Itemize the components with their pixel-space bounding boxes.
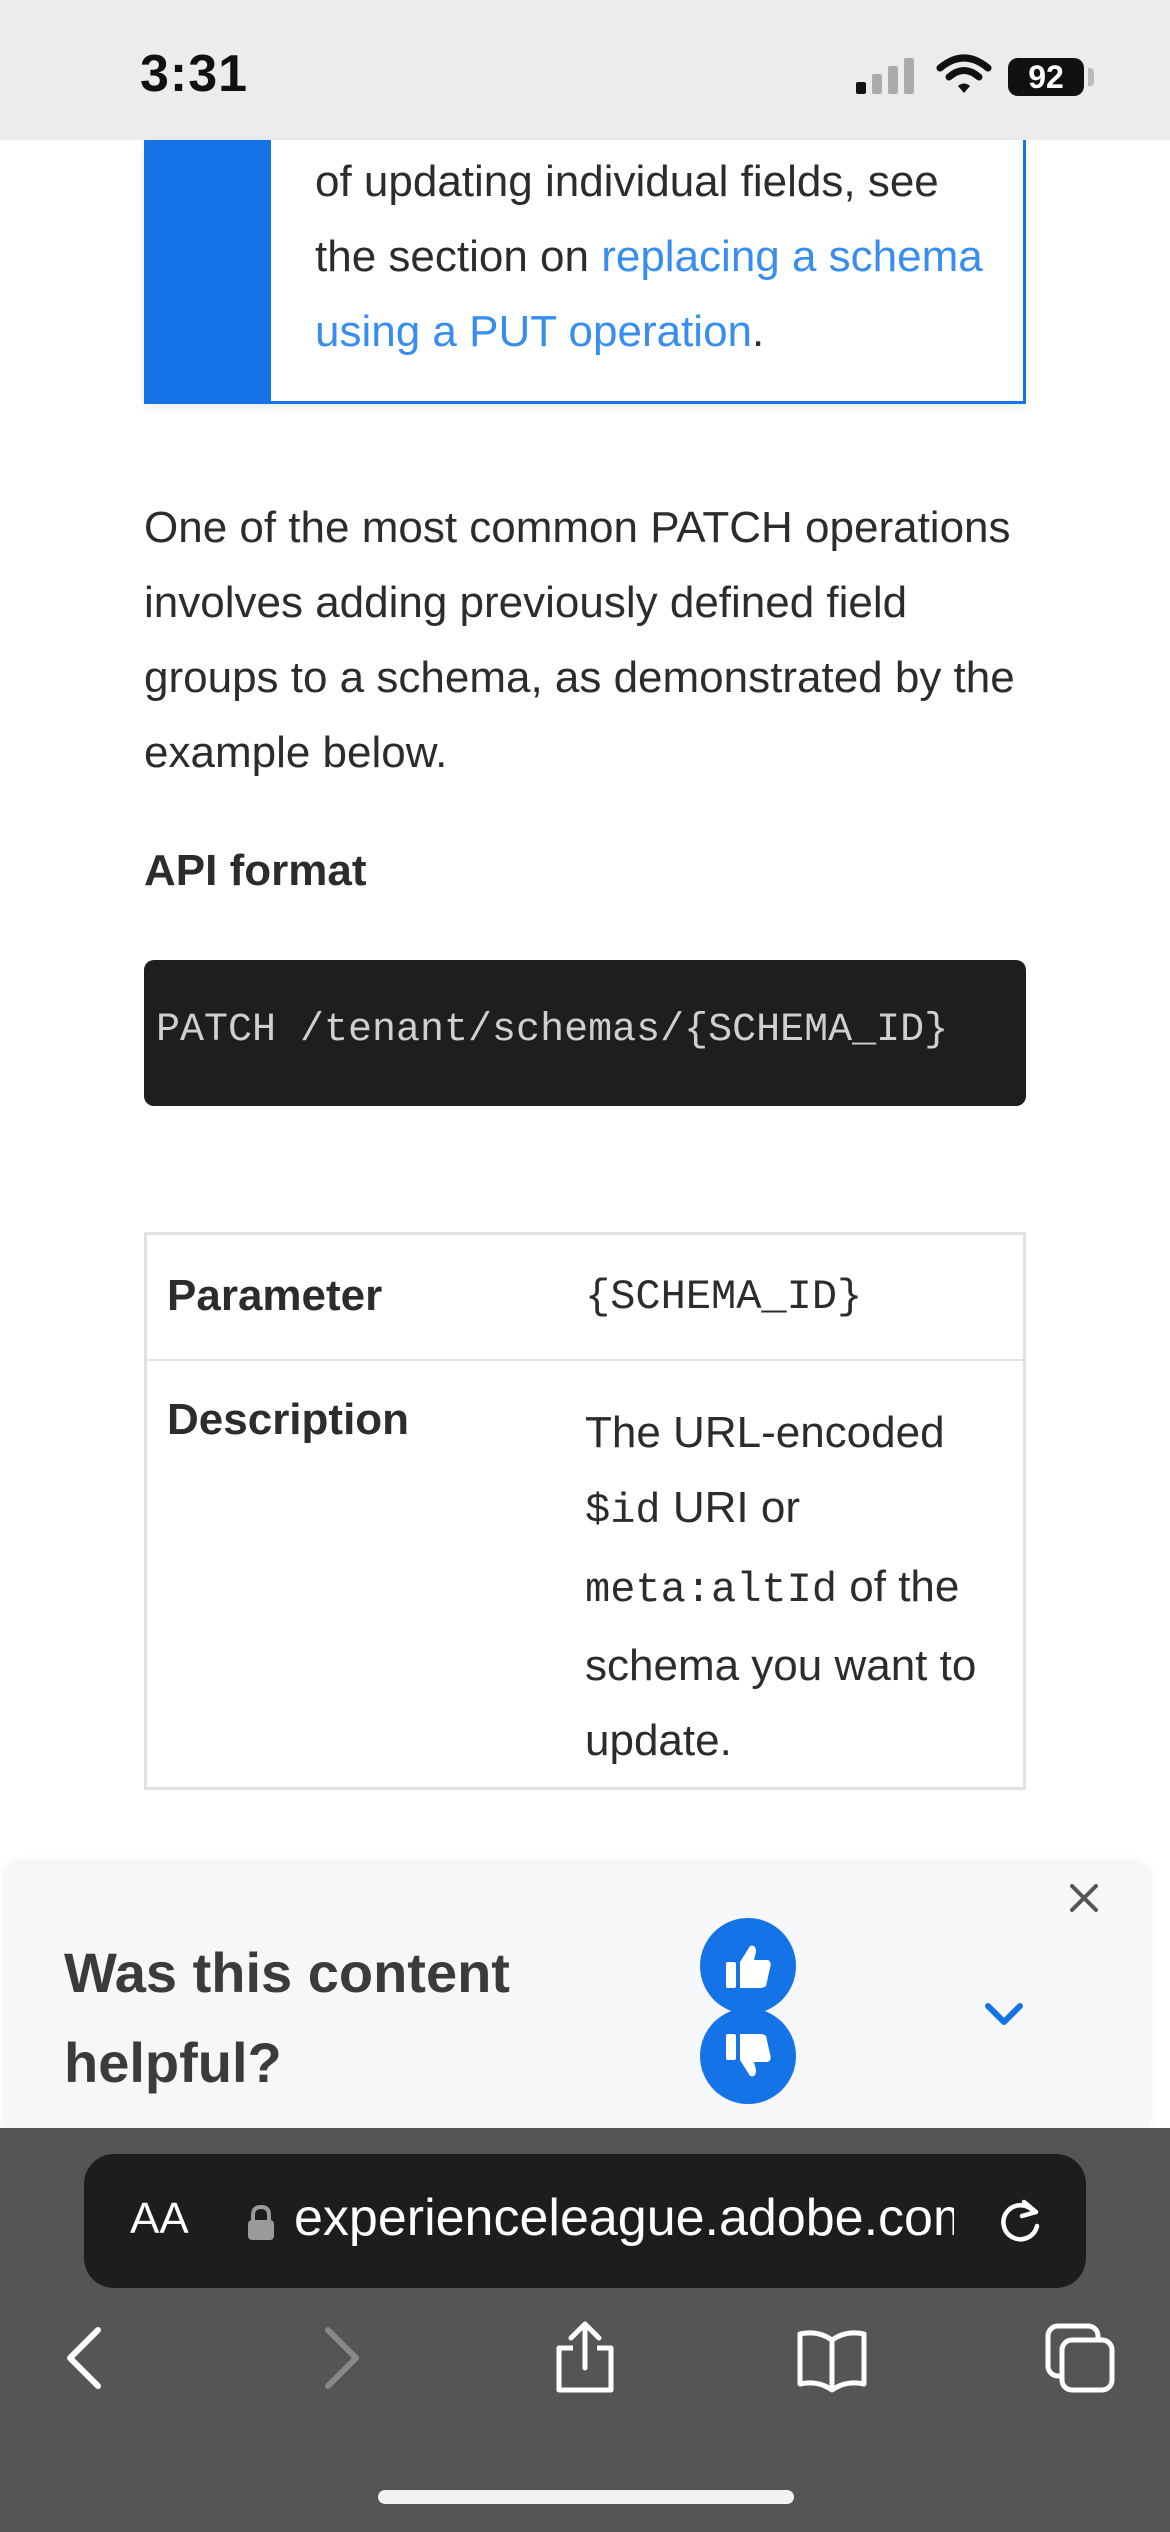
browser-toolbar: AA experienceleague.adobe.com (0, 2128, 1170, 2532)
api-format-heading: API format (144, 846, 367, 895)
reload-icon[interactable] (994, 2196, 1046, 2248)
reader-settings-button[interactable]: AA (130, 2194, 189, 2244)
signal-icon (856, 58, 914, 94)
bookmarks-icon[interactable] (792, 2318, 872, 2398)
thumbs-down-icon (726, 2034, 771, 2077)
url-text[interactable]: experienceleague.adobe.com (294, 2188, 954, 2248)
table-row-header: Description (167, 1395, 410, 1444)
desc-code: meta:altId (585, 1566, 838, 1614)
close-icon[interactable] (1064, 1878, 1104, 1918)
address-bar[interactable]: AA experienceleague.adobe.com (84, 2154, 1086, 2288)
thumbs-up-icon (726, 1945, 771, 1988)
table-row: Description The URL-encoded $id URI or m… (147, 1361, 1023, 1787)
status-bar: 3:31 92 (0, 0, 1170, 140)
home-indicator[interactable] (378, 2490, 794, 2504)
feedback-question: Was this content helpful? (64, 1941, 510, 2094)
note-callout: of updating individual fields, see the s… (144, 140, 1026, 404)
table-row-header: Parameter (167, 1271, 383, 1320)
note-text-after: . (752, 307, 765, 356)
table-row: Parameter {SCHEMA_ID} (147, 1235, 1023, 1361)
chevron-down-icon[interactable] (982, 1994, 1026, 2034)
table-row-value: {SCHEMA_ID} (585, 1273, 863, 1321)
table-row-description: The URL-encoded $id URI or meta:altId of… (585, 1395, 1005, 1778)
feedback-panel: Was this content helpful? (4, 1864, 1150, 2128)
tabs-icon[interactable] (1040, 2318, 1120, 2398)
back-icon[interactable] (48, 2318, 128, 2398)
thumbs-down-button[interactable] (700, 2008, 796, 2104)
note-accent-bar (147, 140, 271, 401)
code-block: PATCH /tenant/schemas/{SCHEMA_ID} (144, 960, 1026, 1106)
battery-indicator: 92 (1008, 58, 1084, 96)
code-text: PATCH /tenant/schemas/{SCHEMA_ID} (156, 1008, 949, 1053)
status-time: 3:31 (140, 45, 249, 103)
share-icon[interactable] (545, 2318, 625, 2398)
intro-paragraph: One of the most common PATCH operations … (144, 503, 1015, 777)
wifi-icon (936, 54, 992, 93)
desc-text: The URL-encoded (585, 1408, 945, 1457)
forward-icon[interactable] (298, 2318, 378, 2398)
desc-code: $id (585, 1487, 661, 1535)
desc-text: URI or (660, 1483, 800, 1532)
note-text: of updating individual fields, see the s… (315, 144, 1005, 369)
parameter-table: Parameter {SCHEMA_ID} Description The UR… (144, 1232, 1026, 1790)
thumbs-up-button[interactable] (700, 1918, 796, 2014)
lock-icon (248, 2204, 274, 2240)
battery-tip (1088, 68, 1094, 86)
